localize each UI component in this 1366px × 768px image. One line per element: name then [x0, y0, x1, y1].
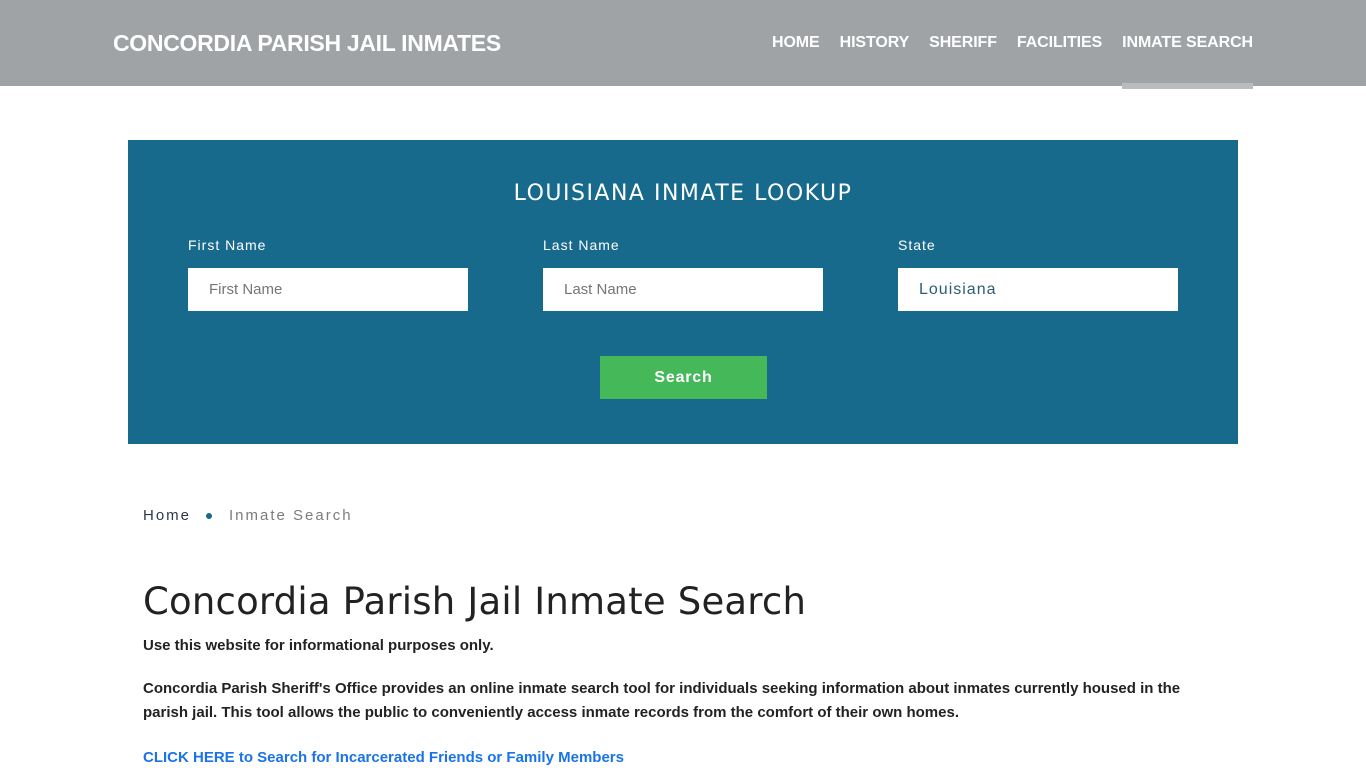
breadcrumb-current: Inmate Search [229, 507, 353, 524]
description-text: Concordia Parish Sheriff's Office provid… [143, 680, 1181, 721]
site-header: CONCORDIA PARISH JAIL INMATES HOME HISTO… [0, 0, 1366, 89]
breadcrumb-home-link[interactable]: Home [143, 507, 191, 524]
breadcrumb: Home Inmate Search [143, 507, 353, 524]
first-name-input[interactable] [188, 268, 468, 311]
last-name-input[interactable] [543, 268, 823, 311]
nav-item-home[interactable]: HOME [772, 0, 820, 89]
nav-item-history[interactable]: HISTORY [840, 0, 910, 89]
first-name-label: First Name [188, 237, 267, 253]
nav-item-inmate-search[interactable]: INMATE SEARCH [1122, 0, 1253, 89]
breadcrumb-separator-dot [206, 512, 213, 519]
intro-text: Use this website for informational purpo… [143, 637, 494, 654]
last-name-label: Last Name [543, 237, 620, 253]
state-input[interactable] [898, 268, 1178, 311]
search-inmates-cta-link[interactable]: CLICK HERE to Search for Incarcerated Fr… [143, 749, 624, 766]
search-button[interactable]: Search [600, 356, 767, 399]
state-label: State [898, 237, 936, 253]
main-nav: HOME HISTORY SHERIFF FACILITIES INMATE S… [752, 0, 1253, 89]
site-brand-link[interactable]: CONCORDIA PARISH JAIL INMATES [113, 30, 501, 57]
nav-item-facilities[interactable]: FACILITIES [1017, 0, 1102, 89]
page-title: Concordia Parish Jail Inmate Search [143, 580, 807, 623]
lookup-title: LOUISIANA INMATE LOOKUP [513, 181, 853, 206]
nav-item-sheriff[interactable]: SHERIFF [929, 0, 997, 89]
